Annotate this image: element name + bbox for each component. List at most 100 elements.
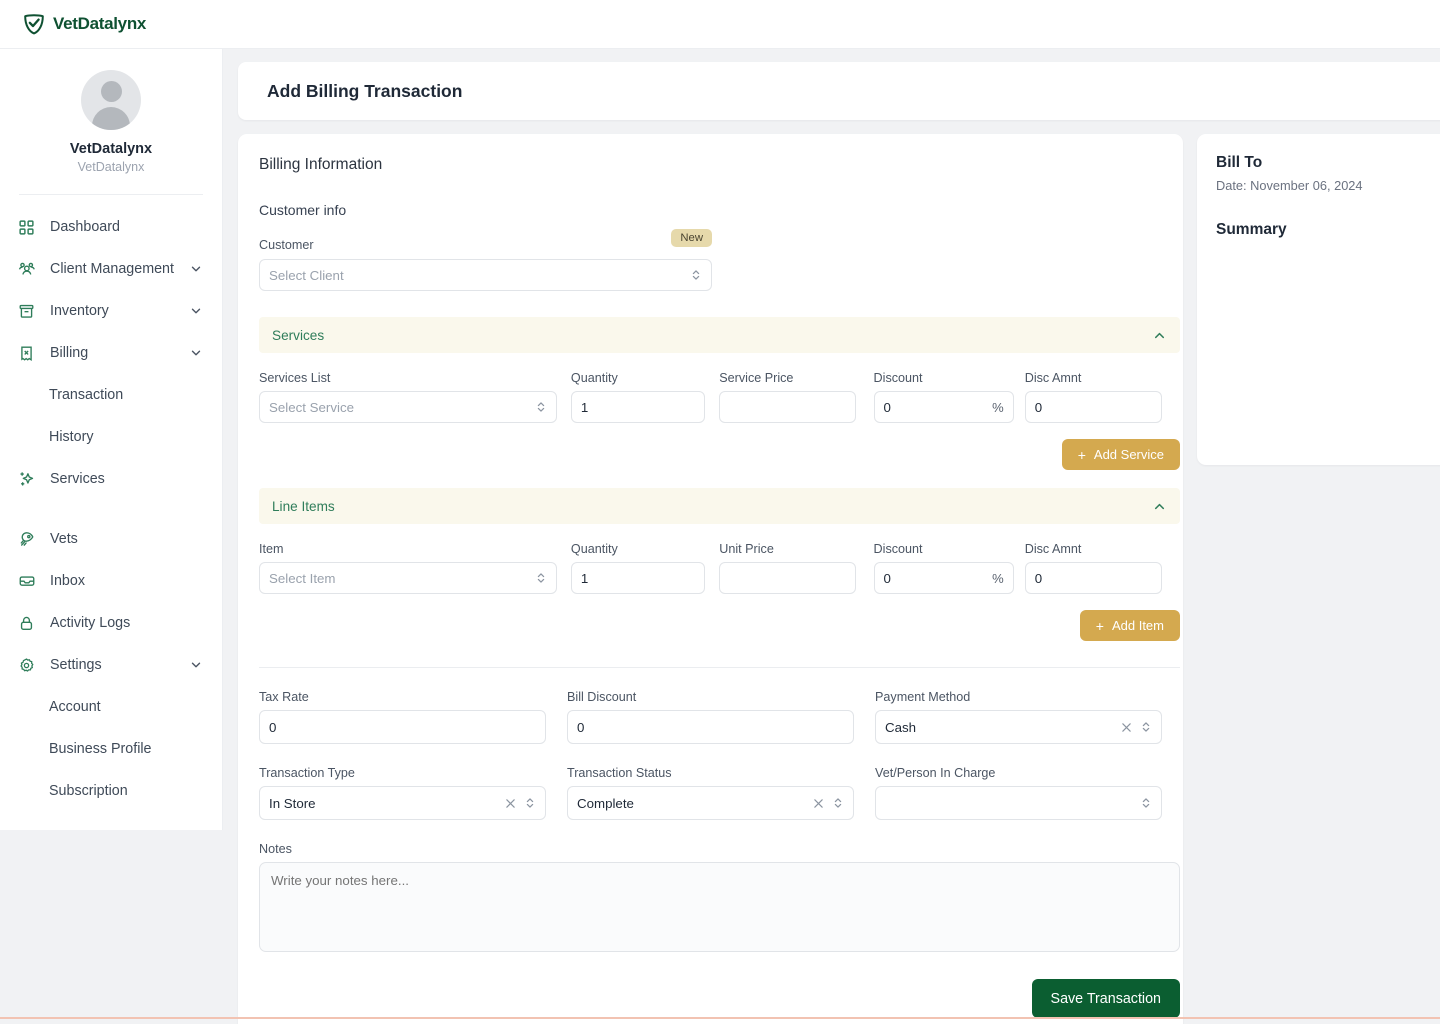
sidebar-item-settings[interactable]: Settings bbox=[0, 644, 222, 686]
client-select[interactable]: Select Client bbox=[259, 259, 712, 291]
transaction-type-select[interactable]: In Store bbox=[259, 786, 546, 820]
service-quantity-value: 1 bbox=[580, 399, 589, 415]
services-row: Services List Select Service Quantity 1 bbox=[259, 371, 1162, 423]
clear-icon[interactable] bbox=[1121, 722, 1132, 733]
sidebar-item-transaction[interactable]: Transaction bbox=[0, 374, 222, 416]
bill-to-title: Bill To bbox=[1216, 154, 1263, 171]
plus-icon: + bbox=[1077, 446, 1086, 463]
notes-textarea[interactable] bbox=[259, 862, 1180, 952]
save-row: Save Transaction bbox=[259, 979, 1180, 1018]
service-price-input[interactable] bbox=[719, 391, 856, 423]
sidebar-item-client-management[interactable]: Client Management bbox=[0, 248, 222, 290]
line-items-band-label: Line Items bbox=[272, 498, 335, 514]
clear-icon[interactable] bbox=[813, 798, 824, 809]
summary-total-label: TOTAL bbox=[1216, 398, 1440, 414]
sidebar-item-dashboard[interactable]: Dashboard bbox=[0, 206, 222, 248]
vet-in-charge-label: Vet/Person In Charge bbox=[875, 766, 996, 780]
chevron-down-icon[interactable] bbox=[189, 346, 203, 360]
sidebar-item-vets[interactable]: Vets bbox=[0, 518, 222, 560]
tax-rate-value: 0 bbox=[269, 719, 277, 735]
shield-check-icon bbox=[22, 12, 46, 36]
new-customer-badge[interactable]: New bbox=[671, 229, 712, 247]
service-price-label: Service Price bbox=[719, 371, 794, 385]
tax-rate-input[interactable]: 0 bbox=[259, 710, 546, 744]
summary-title: Summary bbox=[1216, 221, 1287, 238]
user-avatar-icon bbox=[81, 70, 141, 130]
item-select[interactable]: Select Item bbox=[259, 562, 557, 594]
content-columns: Billing Information Customer info Custom… bbox=[238, 134, 1440, 1024]
line-items-row: Item Select Item Quantity 1 Unit Price D… bbox=[259, 542, 1162, 594]
page-header-card: Add Billing Transaction bbox=[238, 62, 1440, 120]
totals-row-1: Tax Rate 0 Bill Discount 0 Payment Metho… bbox=[259, 690, 1162, 744]
sidebar-item-subscription[interactable]: Subscription bbox=[0, 770, 222, 812]
sidebar-item-label: Billing bbox=[50, 345, 89, 361]
sidebar-item-account[interactable]: Account bbox=[0, 686, 222, 728]
item-disc-amnt-input[interactable]: 0 bbox=[1024, 562, 1162, 594]
billing-information-heading: Billing Information bbox=[259, 156, 383, 173]
item-quantity-label: Quantity bbox=[570, 542, 618, 556]
notes-field: Notes bbox=[259, 842, 1180, 957]
sidebar-item-activity-logs[interactable]: Activity Logs bbox=[0, 602, 222, 644]
item-discount-input[interactable]: 0 % bbox=[873, 562, 1014, 594]
chevron-up-icon[interactable] bbox=[1152, 328, 1167, 343]
tax-rate-field: Tax Rate 0 bbox=[259, 690, 546, 744]
service-quantity-field: Quantity 1 bbox=[570, 371, 706, 423]
line-items-section-header[interactable]: Line Items bbox=[259, 488, 1180, 524]
vet-in-charge-select[interactable] bbox=[875, 786, 1162, 820]
chevron-down-icon[interactable] bbox=[189, 304, 203, 318]
sidebar-item-label: Activity Logs bbox=[50, 615, 131, 631]
service-discount-input[interactable]: 0 % bbox=[873, 391, 1014, 423]
service-quantity-input[interactable]: 1 bbox=[570, 391, 706, 423]
bill-discount-label: Bill Discount bbox=[567, 690, 637, 704]
brand-logo[interactable]: VetDatalynx bbox=[22, 12, 146, 36]
transaction-type-label: Transaction Type bbox=[259, 766, 355, 780]
item-field: Item Select Item bbox=[259, 542, 557, 594]
chevron-up-icon[interactable] bbox=[1152, 499, 1167, 514]
service-discount-label: Discount bbox=[873, 371, 923, 385]
sidebar-item-inventory[interactable]: Inventory bbox=[0, 290, 222, 332]
customer-label: Customer bbox=[259, 238, 314, 252]
bill-discount-input[interactable]: 0 bbox=[567, 710, 854, 744]
sidebar-item-billing[interactable]: Billing bbox=[0, 332, 222, 374]
sparkle-icon bbox=[17, 470, 36, 489]
bottom-accent-line bbox=[0, 1017, 1440, 1019]
chevron-down-icon[interactable] bbox=[189, 658, 203, 672]
vet-in-charge-field: Vet/Person In Charge bbox=[875, 766, 1162, 820]
service-discount-value: 0 bbox=[883, 399, 891, 415]
customer-info-heading: Customer info bbox=[259, 202, 347, 218]
transaction-status-select[interactable]: Complete bbox=[567, 786, 854, 820]
unit-price-input[interactable] bbox=[719, 562, 856, 594]
chevron-down-icon[interactable] bbox=[189, 262, 203, 276]
sidebar-item-inbox[interactable]: Inbox bbox=[0, 560, 222, 602]
chevron-updown-icon bbox=[832, 796, 844, 810]
form-divider bbox=[259, 667, 1180, 668]
main-content: Add Billing Transaction Billing Informat… bbox=[223, 49, 1440, 1024]
unit-price-label: Unit Price bbox=[719, 542, 774, 556]
item-quantity-input[interactable]: 1 bbox=[570, 562, 706, 594]
services-list-field: Services List Select Service bbox=[259, 371, 557, 423]
sidebar-item-business-profile[interactable]: Business Profile bbox=[0, 728, 222, 770]
chevron-updown-icon bbox=[1140, 796, 1152, 810]
item-label: Item bbox=[259, 542, 284, 556]
lock-icon bbox=[17, 614, 36, 633]
item-quantity-field: Quantity 1 bbox=[570, 542, 706, 594]
add-service-label: Add Service bbox=[1093, 447, 1164, 462]
services-list-select[interactable]: Select Service bbox=[259, 391, 557, 423]
service-disc-amnt-value: 0 bbox=[1034, 399, 1043, 415]
clear-icon[interactable] bbox=[505, 798, 516, 809]
payment-method-select[interactable]: Cash bbox=[875, 710, 1162, 744]
sidebar-item-services[interactable]: Services bbox=[0, 458, 222, 500]
item-disc-amnt-field: Disc Amnt 0 bbox=[1024, 542, 1162, 594]
save-transaction-button[interactable]: Save Transaction bbox=[1031, 979, 1180, 1018]
add-item-button[interactable]: + Add Item bbox=[1079, 610, 1180, 641]
add-service-button[interactable]: + Add Service bbox=[1061, 439, 1180, 470]
percent-icon: % bbox=[992, 399, 1004, 415]
sidebar-item-label: Settings bbox=[50, 657, 102, 673]
service-disc-amnt-input[interactable]: 0 bbox=[1024, 391, 1162, 423]
receipt-icon bbox=[17, 344, 36, 363]
sidebar-item-history[interactable]: History bbox=[0, 416, 222, 458]
sidebar-nav: Dashboard Client Management Inventory Bi… bbox=[0, 195, 222, 812]
plus-icon: + bbox=[1095, 617, 1104, 634]
services-section-header[interactable]: Services bbox=[259, 317, 1180, 353]
